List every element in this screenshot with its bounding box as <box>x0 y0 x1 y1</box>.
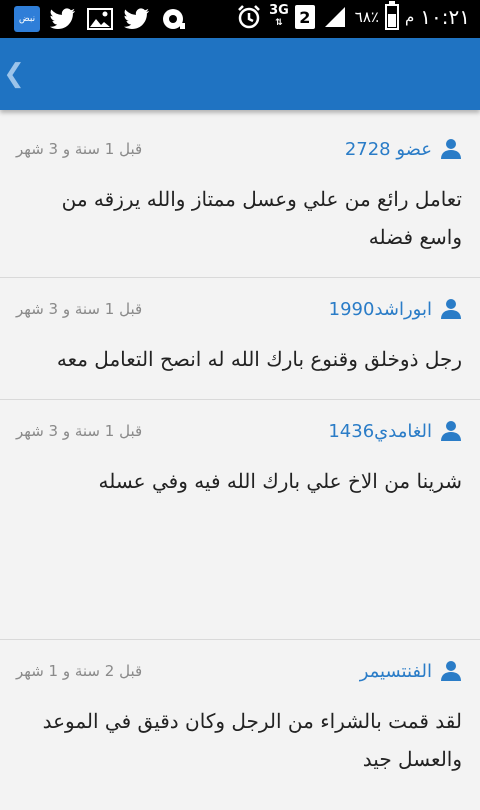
sim-slot-badge: 2 <box>294 5 315 29</box>
review-item: الفنتسيمر قبل 2 سنة و 1 شهر لقد قمت بالش… <box>0 640 480 810</box>
review-date: قبل 2 سنة و 1 شهر <box>16 662 143 680</box>
network-type: 3G ⇅ <box>269 3 289 28</box>
review-author-name: الغامدي1436 <box>328 420 432 442</box>
status-bar: نبض 3G ⇅ 2 ٦٨٪ م ١٠:٢١ <box>0 0 480 38</box>
reviews-list[interactable]: عضو 2728 قبل 1 سنة و 3 شهر تعامل رائع من… <box>0 118 480 810</box>
alarm-icon <box>235 4 263 30</box>
review-author-name: ابوراشد1990 <box>328 298 432 320</box>
app-bar: ❮ <box>0 38 480 110</box>
camera-app-icon <box>160 6 188 32</box>
chevron-left-icon: ❮ <box>3 59 25 89</box>
user-icon <box>441 299 461 319</box>
back-button[interactable]: ❮ <box>3 56 25 92</box>
clock: ١٠:٢١ <box>420 5 470 29</box>
carrier-letter: م <box>404 8 415 26</box>
review-text: شرينا من الاخ علي بارك الله فيه وفي عسله <box>98 469 462 493</box>
review-item: الغامدي1436 قبل 1 سنة و 3 شهر شرينا من ا… <box>0 400 480 640</box>
battery-icon <box>384 1 399 30</box>
user-icon <box>441 421 461 441</box>
review-text: لقد قمت بالشراء من الرجل وكان دقيق في ال… <box>42 709 462 771</box>
review-text: تعامل رائع من علي وعسل ممتاز والله يرزقه… <box>61 187 462 249</box>
notification-icons: نبض <box>14 6 188 32</box>
review-author-name: عضو 2728 <box>344 138 432 160</box>
battery-fill <box>387 14 396 27</box>
review-author[interactable]: الغامدي1436 <box>328 420 462 442</box>
review-date: قبل 1 سنة و 3 شهر <box>16 422 143 440</box>
user-icon <box>441 139 461 159</box>
review-date: قبل 1 سنة و 3 شهر <box>16 140 143 158</box>
review-item: عضو 2728 قبل 1 سنة و 3 شهر تعامل رائع من… <box>0 118 480 278</box>
twitter-icon-2 <box>123 6 151 32</box>
review-author[interactable]: ابوراشد1990 <box>329 298 462 320</box>
system-icons: 3G ⇅ 2 ٦٨٪ م ١٠:٢١ <box>235 1 470 30</box>
review-item: ابوراشد1990 قبل 1 سنة و 3 شهر رجل ذوخلق … <box>0 278 480 400</box>
gallery-icon <box>86 6 114 32</box>
review-author[interactable]: عضو 2728 <box>345 138 462 160</box>
twitter-icon <box>49 6 77 32</box>
user-icon <box>441 661 461 681</box>
nabd-app-icon: نبض <box>14 6 40 32</box>
review-author[interactable]: الفنتسيمر <box>360 660 462 682</box>
review-date: قبل 1 سنة و 3 شهر <box>16 300 143 318</box>
signal-icon <box>321 4 349 30</box>
review-text: رجل ذوخلق وقنوع بارك الله له انصح التعام… <box>56 347 462 371</box>
review-author-name: الفنتسيمر <box>359 660 432 682</box>
battery-percent: ٦٨٪ <box>354 8 379 26</box>
